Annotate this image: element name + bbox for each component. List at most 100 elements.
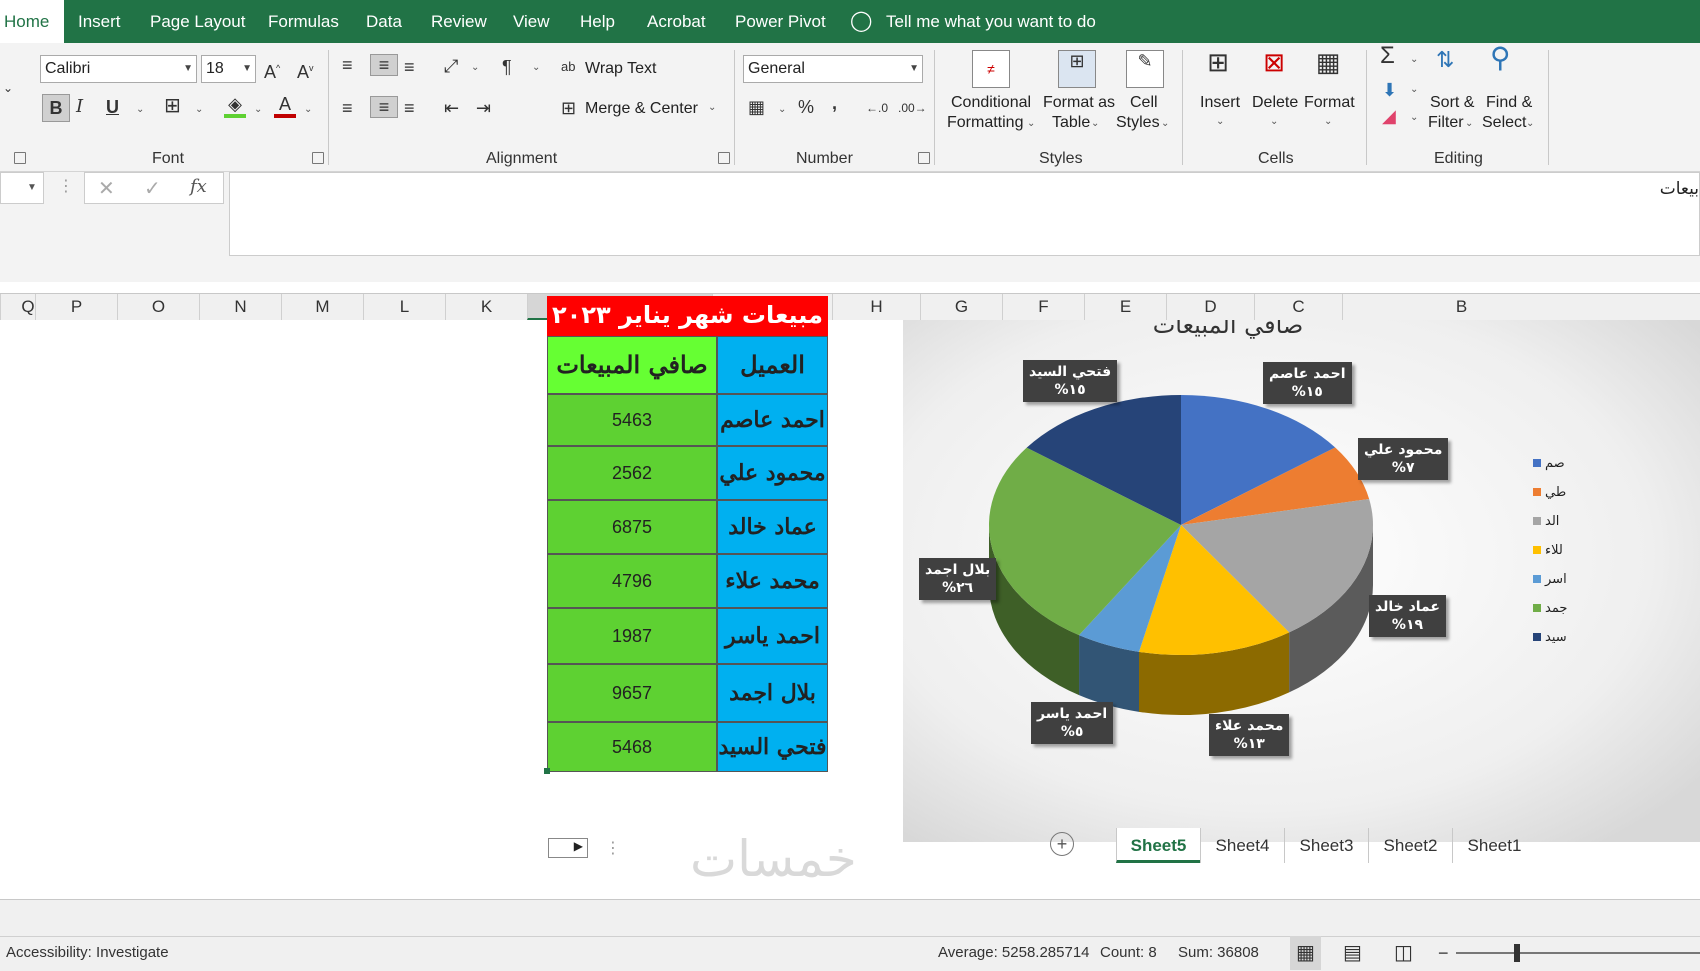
increase-font-icon[interactable]: A^ [264, 58, 280, 82]
legend-entry[interactable]: سيد [1533, 629, 1567, 649]
tab-data[interactable]: Data [366, 0, 402, 43]
data-label[interactable]: محمد علاء ١٣% [1209, 714, 1290, 756]
net-sales-cell[interactable]: 1987 [547, 608, 717, 664]
sheet-tab-sheet1[interactable]: Sheet1 [1452, 828, 1536, 863]
format-cells-button[interactable]: Format [1304, 94, 1355, 112]
increase-indent-icon[interactable]: ⇥ [476, 98, 491, 118]
insert-cells-button[interactable]: Insert [1200, 94, 1240, 112]
sheet-tab-sheet5[interactable]: Sheet5 [1116, 828, 1200, 863]
alignment-dialog-launcher-icon[interactable] [718, 152, 730, 164]
borders-icon[interactable]: ⊞ [164, 96, 181, 116]
align-left-icon[interactable]: ≡ [342, 98, 353, 118]
header-customer[interactable]: العميل [717, 336, 828, 394]
align-top-icon[interactable]: ≡ [342, 55, 353, 75]
net-sales-cell[interactable]: 6875 [547, 500, 717, 554]
chevron-down-icon[interactable]: ⌄ [1027, 118, 1035, 129]
sheet-tab-sheet2[interactable]: Sheet2 [1368, 828, 1452, 863]
find-select-label-1[interactable]: Find & [1486, 94, 1532, 112]
find-select-label-2[interactable]: Select [1482, 114, 1526, 132]
chevron-down-icon[interactable]: ⌄ [708, 102, 716, 113]
delete-cells-button[interactable]: Delete [1252, 94, 1298, 112]
align-right-icon[interactable]: ≡ [404, 98, 415, 118]
chevron-down-icon[interactable]: ⌄ [1270, 116, 1278, 127]
tab-formulas[interactable]: Formulas [268, 0, 339, 43]
column-header-h[interactable]: H [832, 294, 920, 320]
page-break-view-icon[interactable]: ◫ [1394, 936, 1413, 970]
sheet-tab-sheet3[interactable]: Sheet3 [1284, 828, 1368, 863]
net-sales-cell[interactable]: 9657 [547, 664, 717, 722]
data-label[interactable]: بلال اجمد ٢٦% [919, 558, 997, 600]
tab-page-layout[interactable]: Page Layout [150, 0, 245, 43]
column-header-l[interactable]: L [363, 294, 445, 320]
tab-view[interactable]: View [513, 0, 550, 43]
align-center-icon[interactable]: ≡ [370, 96, 398, 118]
merge-center-button[interactable]: Merge & Center [585, 100, 698, 118]
column-header-k[interactable]: K [445, 294, 527, 320]
customer-name-cell[interactable]: احمد ياسر [717, 608, 828, 664]
net-sales-cell[interactable]: 5468 [547, 722, 717, 772]
eraser-icon[interactable]: ◢ [1382, 106, 1396, 126]
font-name-select[interactable]: Calibri ▼ [40, 55, 197, 83]
fill-handle[interactable] [544, 768, 550, 774]
fill-down-icon[interactable]: ⬇ [1382, 80, 1397, 100]
tab-review[interactable]: Review [431, 0, 487, 43]
customer-name-cell[interactable]: احمد عاصم [717, 394, 828, 446]
chevron-down-icon[interactable]: ⌄ [778, 104, 786, 115]
number-format-select[interactable]: General ▼ [743, 55, 923, 83]
format-as-table-label-2[interactable]: Table [1052, 114, 1090, 132]
align-bottom-icon[interactable]: ≡ [404, 57, 415, 77]
customer-name-cell[interactable]: محمود علي [717, 446, 828, 500]
page-layout-view-icon[interactable]: ▤ [1343, 936, 1362, 970]
column-header-e[interactable]: E [1084, 294, 1166, 320]
legend-entry[interactable]: طي [1533, 484, 1566, 504]
scroll-right-icon[interactable]: ▶ [574, 839, 583, 853]
chevron-down-icon[interactable]: ⌄ [304, 104, 312, 115]
column-header-p[interactable]: P [35, 294, 117, 320]
orientation-icon[interactable]: ⤢ [444, 56, 458, 76]
column-header-d[interactable]: D [1166, 294, 1254, 320]
net-sales-cell[interactable]: 5463 [547, 394, 717, 446]
chevron-down-icon[interactable]: ⌄ [1410, 54, 1418, 65]
insert-function-button[interactable]: fx [190, 176, 207, 197]
tab-home[interactable]: Home [0, 0, 64, 43]
enter-icon[interactable]: ✓ [144, 176, 161, 201]
fill-color-icon[interactable]: ◈ [224, 94, 246, 118]
cell-styles-label-2[interactable]: Styles [1116, 114, 1160, 132]
sheet-tab-sheet4[interactable]: Sheet4 [1200, 828, 1284, 863]
pie-chart[interactable]: صافي المبيعات احمد عاصم ١٥% محمود علي ٧% عما… [903, 320, 1700, 842]
zoom-out-button[interactable]: − [1438, 936, 1449, 970]
formula-input[interactable]: بيعات [229, 172, 1700, 256]
chevron-down-icon[interactable]: ⌄ [1526, 118, 1534, 129]
legend-entry[interactable]: جمد [1533, 600, 1567, 620]
bold-button[interactable]: B [42, 94, 70, 122]
column-header-c[interactable]: C [1254, 294, 1342, 320]
column-header-b[interactable]: B [1342, 294, 1580, 320]
tab-help[interactable]: Help [580, 0, 615, 43]
chevron-down-icon[interactable]: ⌄ [1161, 118, 1169, 129]
conditional-formatting-label-1[interactable]: Conditional [951, 94, 1031, 112]
dialog-launcher-icon[interactable] [14, 152, 26, 164]
tab-power-pivot[interactable]: Power Pivot [735, 0, 826, 43]
tab-insert[interactable]: Insert [78, 0, 121, 43]
autosum-icon[interactable]: Σ [1380, 44, 1395, 68]
legend-entry[interactable]: الد [1533, 513, 1559, 533]
format-as-table-label-1[interactable]: Format as [1043, 94, 1115, 112]
percent-button[interactable]: % [798, 97, 814, 117]
column-header-n[interactable]: N [199, 294, 281, 320]
italic-button[interactable]: I [76, 97, 83, 117]
chevron-down-icon[interactable]: ⌄ [195, 104, 203, 115]
decrease-font-icon[interactable]: Av [297, 58, 314, 82]
legend-entry[interactable]: اسر [1533, 571, 1567, 591]
column-header-m[interactable]: M [281, 294, 363, 320]
chevron-down-icon[interactable]: ⌄ [1465, 118, 1473, 129]
tell-me-search[interactable]: Tell me what you want to do [886, 0, 1096, 43]
column-header-o[interactable]: O [117, 294, 199, 320]
chevron-down-icon[interactable]: ⌄ [1410, 84, 1418, 95]
net-sales-cell[interactable]: 2562 [547, 446, 717, 500]
customer-name-cell[interactable]: فتحي السيد [717, 722, 828, 772]
chevron-down-icon[interactable]: ⌄ [136, 104, 144, 115]
zoom-slider-thumb[interactable] [1514, 944, 1520, 962]
data-label[interactable]: احمد عاصم ١٥% [1263, 362, 1352, 404]
data-label[interactable]: فتحي السيد ١٥% [1023, 360, 1118, 402]
legend-entry[interactable]: صم [1533, 455, 1565, 475]
